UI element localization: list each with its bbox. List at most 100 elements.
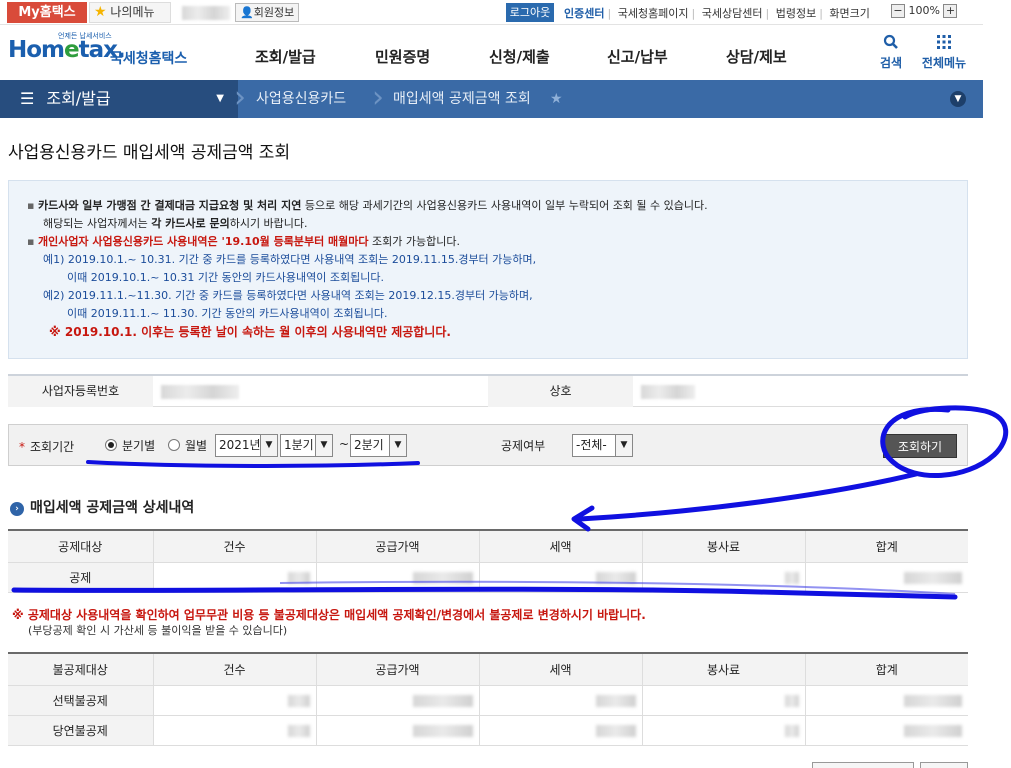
business-info-row: 사업자등록번호 상호 <box>8 374 968 407</box>
link-cert-center[interactable]: 인증센터 <box>561 7 607 20</box>
notice-line-3: 개인사업자 사업용신용카드 사용내역은 '19.10월 등록분부터 매월마다 조… <box>27 233 967 251</box>
all-menu-button[interactable]: 전체메뉴 <box>919 34 969 71</box>
detail-section-title: › 매입세액 공제금액 상세내역 <box>10 497 194 517</box>
radio-quarterly[interactable] <box>105 439 117 451</box>
col-service-fee: 봉사료 <box>641 529 806 563</box>
zoom-in-button[interactable]: + <box>943 4 958 18</box>
menu-report-pay[interactable]: 신고/납부 <box>607 46 668 67</box>
cell-supply <box>315 714 480 746</box>
breadcrumb-category-label: 조회/발급 <box>46 89 111 108</box>
notice-example-2a: 예2) 2019.11.1.~11.30. 기간 중 카드를 등록하였다면 사용… <box>43 289 533 302</box>
global-nav: 언제든 납세서비스 Hometax. 국세청홈택스 조회/발급 민원증명 신청/… <box>0 26 983 80</box>
col-supply-value: 공급가액 <box>315 529 480 563</box>
notice-example-1b: 이때 2019.10.1.~ 10.31 기간 동안의 카드사용내역이 조회됩니… <box>67 271 384 284</box>
chevron-right-icon: › <box>234 80 246 115</box>
table-row: 당연불공제 <box>8 714 968 746</box>
row-label-deduct: 공제 <box>8 561 154 593</box>
menu-inquiry-issue[interactable]: 조회/발급 <box>255 46 316 67</box>
hamburger-icon: ☰ <box>20 89 35 108</box>
year-select-value: 2021년 <box>219 438 261 452</box>
link-nts-home[interactable]: 국세청홈페이지 <box>615 7 692 20</box>
col-count: 건수 <box>152 529 317 563</box>
radio-quarterly-label: 분기별 <box>122 439 156 453</box>
table-row: 공제 <box>8 561 968 593</box>
link-law-info[interactable]: 법령정보 <box>773 7 819 20</box>
cell-service <box>641 684 806 716</box>
notice-example-2b: 이때 2019.11.1.~ 11.30. 기간 동안의 카드사용내역이 조회됩… <box>67 307 388 320</box>
my-menu-tab[interactable]: ★ 나의메뉴 <box>89 2 171 23</box>
annotation-arrow-line <box>577 471 919 522</box>
user-icon: 👤 <box>240 6 254 19</box>
chevron-right-icon: › <box>372 80 384 115</box>
cell-tax <box>478 714 643 746</box>
col-count: 건수 <box>152 652 317 686</box>
cell-tax <box>478 684 643 716</box>
bottom-button-1[interactable] <box>812 762 914 768</box>
menu-consult-report[interactable]: 상담/제보 <box>726 46 787 67</box>
range-tilde: ~ <box>339 437 350 451</box>
logo-wordmark: Hometax. <box>8 37 126 63</box>
cell-count <box>152 561 317 593</box>
col-nondeduct-target: 불공제대상 <box>8 652 154 686</box>
member-info-label: 회원정보 <box>253 6 295 19</box>
period-label-wrap: * 조회기간 <box>19 440 75 454</box>
chevron-down-icon: ▼ <box>615 435 632 456</box>
period-label: 조회기간 <box>30 440 75 454</box>
user-name-redacted <box>182 6 230 20</box>
breadcrumb-category-dropdown[interactable]: ☰ 조회/발급 ▼ <box>0 80 238 118</box>
col-supply-value: 공급가액 <box>315 652 480 686</box>
cell-supply <box>315 561 480 593</box>
chevron-down-icon: ▼ <box>315 435 332 456</box>
zoom-out-button[interactable]: − <box>891 4 905 18</box>
cell-total <box>804 561 968 593</box>
my-menu-label: 나의메뉴 <box>110 5 155 19</box>
search-label: 검색 <box>879 56 903 70</box>
col-tax: 세액 <box>478 652 643 686</box>
utility-bar: My홈택스 ★ 나의메뉴 👤회원정보 로그아웃 인증센터 | 국세청홈페이지 | 국… <box>0 0 983 25</box>
col-deduct-target: 공제대상 <box>8 529 154 563</box>
cell-total <box>804 684 968 716</box>
reg-no-label: 사업자등록번호 <box>8 376 153 407</box>
chevron-down-icon: ▼ <box>260 435 277 456</box>
expand-circle-icon[interactable]: ▼ <box>950 91 966 107</box>
bottom-button-2[interactable] <box>920 762 968 768</box>
search-icon <box>866 34 916 54</box>
utility-links: 인증센터 | 국세청홈페이지 | 국세상담센터 | 법령정보 | 화면크기 <box>561 5 873 21</box>
search-submit-button[interactable]: 조회하기 <box>883 434 957 458</box>
deduct-select[interactable]: -전체- ▼ <box>572 434 633 457</box>
menu-civil-certificate[interactable]: 민원증명 <box>375 46 430 67</box>
col-tax: 세액 <box>478 529 643 563</box>
deduction-detail-table: 공제대상 건수 공급가액 세액 봉사료 합계 공제 <box>8 529 968 593</box>
logo-org-name: 국세청홈택스 <box>110 51 188 67</box>
deduct-label: 공제여부 <box>501 439 546 453</box>
grid-icon <box>919 34 969 54</box>
notice-warning: ※ 2019.10.1. 이후는 등록한 날이 속하는 월 이후의 사용내역만 … <box>49 325 451 339</box>
breadcrumb-item-card[interactable]: 사업용신용카드 <box>256 80 346 118</box>
zoom-control: − 100% + <box>891 4 958 18</box>
member-info-button[interactable]: 👤회원정보 <box>235 3 300 22</box>
cell-tax <box>478 561 643 593</box>
notice-example-1a: 예1) 2019.10.1.~ 10.31. 기간 중 카드를 등록하였다면 사… <box>43 253 537 266</box>
year-select[interactable]: 2021년 ▼ <box>215 434 278 457</box>
notice-line-1: 카드사와 일부 가맹점 간 결제대금 지급요청 및 처리 지연 등으로 해당 과… <box>27 197 967 215</box>
to-quarter-value: 2분기 <box>354 438 384 452</box>
from-quarter-select[interactable]: 1분기 ▼ <box>280 434 333 457</box>
hometax-logo[interactable]: 언제든 납세서비스 Hometax. 국세청홈택스 <box>8 31 193 75</box>
breadcrumb-item-current[interactable]: 매입세액 공제금액 조회 <box>393 80 531 118</box>
link-consult-center[interactable]: 국세상담센터 <box>699 7 766 20</box>
nondeduct-table: 불공제대상 건수 공급가액 세액 봉사료 합계 선택불공제 당연불공제 <box>8 652 968 746</box>
page-title: 사업용신용카드 매입세액 공제금액 조회 <box>8 143 291 163</box>
search-button[interactable]: 검색 <box>866 34 916 71</box>
radio-monthly[interactable] <box>168 439 180 451</box>
to-quarter-select[interactable]: 2분기 ▼ <box>350 434 407 457</box>
table-header-row: 불공제대상 건수 공급가액 세액 봉사료 합계 <box>8 652 968 686</box>
logout-button[interactable]: 로그아웃 <box>506 3 554 22</box>
my-hometax-tab[interactable]: My홈택스 <box>7 2 87 23</box>
detail-section-title-text: 매입세액 공제금액 상세내역 <box>30 500 195 516</box>
cell-service <box>641 714 806 746</box>
all-menu-label: 전체메뉴 <box>921 56 967 70</box>
nondeduct-subnote: (부당공제 확인 시 가산세 등 불이익을 받을 수 있습니다) <box>28 624 288 637</box>
reg-no-value <box>153 376 488 407</box>
menu-apply-submit[interactable]: 신청/제출 <box>489 46 550 67</box>
favorite-star-icon[interactable]: ★ <box>550 80 563 118</box>
